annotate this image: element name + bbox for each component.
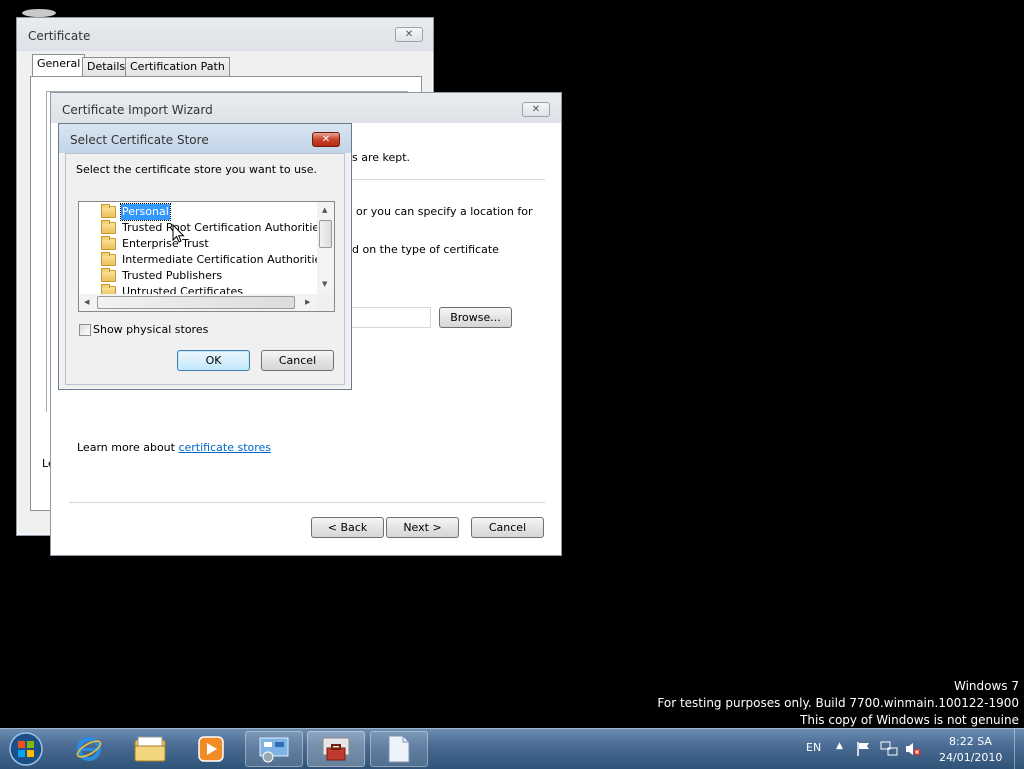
toolbox-icon [322,737,350,761]
close-icon: ✕ [404,29,414,40]
taskbar-toolbox-button[interactable] [307,731,365,767]
show-physical-label: Show physical stores [93,323,209,336]
windows-explorer-icon [134,736,166,762]
tab-certification-path[interactable]: Certification Path [125,57,230,76]
wizard-cancel-button[interactable]: Cancel [471,517,544,538]
internet-explorer-icon [76,737,102,761]
back-button[interactable]: < Back [311,517,384,538]
wizard-text-fragment-2: or you can specify a location for [356,205,533,218]
certificate-side-text-1: R [9,60,17,73]
store-cancel-button[interactable]: Cancel [261,350,334,371]
document-icon [388,735,410,763]
clock-time[interactable]: 8:22 SA [949,735,992,748]
close-icon: ✕ [321,134,331,145]
store-dialog-titlebar[interactable]: Select Certificate Store ✕ [59,124,351,153]
learn-more-prefix: Learn more about [77,441,179,454]
scroll-down-icon[interactable]: ▼ [322,280,327,288]
folder-icon [101,252,116,266]
store-dialog-close-button[interactable]: ✕ [312,132,340,147]
taskbar-ie-button[interactable] [60,731,118,767]
media-player-icon [198,736,224,762]
tab-details[interactable]: Details [82,57,131,76]
store-item-label: Enterprise Trust [122,237,209,250]
desktop-partial-icon[interactable] [22,9,56,17]
language-indicator[interactable]: EN [806,741,821,754]
store-item-label: Personal [120,203,171,221]
wizard-text-fragment-1: s are kept. [352,151,411,164]
certificate-titlebar[interactable]: Certificate ✕ [17,18,433,51]
close-icon: ✕ [531,104,541,115]
show-hidden-icons-icon[interactable]: ▲ [836,741,843,751]
store-item-label: Trusted Publishers [122,269,223,282]
scrollbar-corner [317,294,334,311]
folder-icon [101,204,116,218]
folder-icon [101,268,116,282]
store-tree[interactable]: Personal Trusted Root Certification Auth… [78,201,335,312]
action-center-flag-icon[interactable] [856,741,872,757]
horizontal-scroll-thumb[interactable] [97,296,295,309]
ok-button[interactable]: OK [177,350,250,371]
certificate-tabs: General Details Certification Path [32,54,412,77]
tab-general[interactable]: General [32,54,86,76]
taskbar-control-panel-button[interactable] [245,731,303,767]
certificate-close-button[interactable]: ✕ [395,27,423,42]
wizard-titlebar[interactable]: Certificate Import Wizard ✕ [51,93,561,123]
wizard-path-input[interactable] [341,307,431,328]
taskbar: EN ▲ 8:22 SA 24/01/2010 [0,728,1024,769]
windows-orb-icon [9,732,43,766]
store-dialog-title: Select Certificate Store [70,133,209,147]
scroll-left-icon[interactable]: ◀ [84,298,89,306]
mouse-cursor-icon [172,224,185,243]
show-physical-checkbox[interactable] [79,324,91,336]
vertical-scroll-thumb[interactable] [319,220,332,248]
browse-button[interactable]: Browse... [439,307,512,328]
tree-horizontal-scrollbar[interactable]: ◀ ▶ [79,294,317,311]
folder-icon [101,236,116,250]
watermark-line-2: For testing purposes only. Build 7700.wi… [657,696,1019,710]
control-panel-icon [259,737,289,763]
taskbar-explorer-button[interactable] [121,731,179,767]
scroll-up-icon[interactable]: ▲ [322,206,327,214]
scroll-right-icon[interactable]: ▶ [305,298,310,306]
network-icon[interactable] [880,741,898,757]
start-button[interactable] [6,731,46,767]
wizard-close-button[interactable]: ✕ [522,102,550,117]
taskbar-document-button[interactable] [370,731,428,767]
wizard-separator-bottom [69,502,545,503]
wizard-title: Certificate Import Wizard [62,103,213,117]
taskbar-media-player-button[interactable] [182,731,240,767]
folder-icon [101,220,116,234]
store-item-label: Trusted Root Certification Authorities [122,221,325,234]
watermark-line-1: Windows 7 [953,679,1019,693]
store-instruction: Select the certificate store you want to… [76,163,318,176]
store-item-label: Intermediate Certification Authorities [122,253,328,266]
learn-more-text: Learn more about certificate stores [77,441,271,454]
select-store-dialog: Select Certificate Store ✕ Select the ce… [58,123,352,390]
show-desktop-button[interactable] [1014,729,1024,769]
next-button[interactable]: Next > [386,517,459,538]
certificate-title: Certificate [28,29,91,43]
watermark-line-3: This copy of Windows is not genuine [800,713,1019,727]
volume-muted-icon[interactable] [904,741,922,757]
certificate-stores-link[interactable]: certificate stores [178,441,271,454]
clock-date[interactable]: 24/01/2010 [939,751,1002,764]
wizard-text-fragment-3: d on the type of certificate [352,243,499,256]
tree-vertical-scrollbar[interactable]: ▲ ▼ [317,202,334,294]
